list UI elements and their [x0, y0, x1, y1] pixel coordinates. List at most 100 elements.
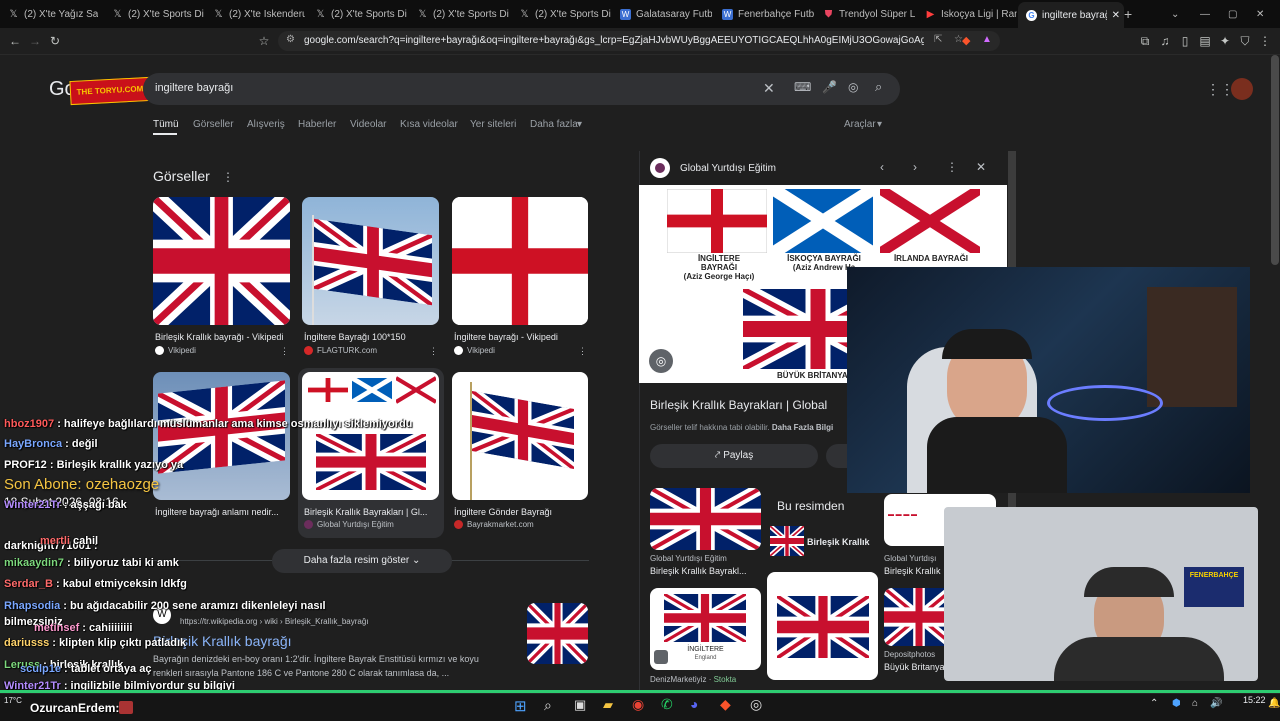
tab-search-icon[interactable]: ⌄: [1171, 4, 1183, 24]
image-result-3[interactable]: [452, 197, 588, 325]
nav-tab-shopping[interactable]: Alışveriş: [247, 119, 285, 130]
tab-11-active[interactable]: Gingiltere bayrağ ✕: [1018, 2, 1124, 28]
image-source[interactable]: Vikipedi: [454, 346, 495, 355]
page-scrollbar[interactable]: [1271, 55, 1279, 265]
in-image-item[interactable]: Birleşik Krallık: [807, 537, 870, 547]
related-image-1[interactable]: [650, 488, 761, 550]
image-result-1[interactable]: [153, 197, 290, 325]
tab-2[interactable]: 𝕏 (2) X'te Sports Digi: [112, 4, 204, 24]
brave-icon[interactable]: ◆: [720, 696, 731, 713]
more-images-button[interactable]: Daha fazla resim göster ⌄: [272, 549, 452, 573]
tray-app-icon[interactable]: ⬢: [1172, 698, 1181, 709]
rewards-icon[interactable]: ▲: [982, 34, 992, 45]
search-input[interactable]: ingiltere bayrağı: [155, 82, 233, 94]
tab-4[interactable]: 𝕏 (2) X'te Sports Digi: [315, 4, 407, 24]
learn-more-link[interactable]: Daha Fazla Bilgi: [772, 423, 833, 432]
prev-arrow-icon[interactable]: ‹: [880, 160, 884, 174]
network-icon[interactable]: ⌂: [1192, 698, 1198, 709]
image-source[interactable]: FLAGTURK.com: [304, 346, 377, 355]
mic-icon[interactable]: 🎤: [822, 80, 837, 94]
clock[interactable]: 15:22: [1243, 695, 1266, 705]
related-caption[interactable]: Büyük Britanya: [884, 662, 945, 672]
wallet-icon[interactable]: ▤: [1197, 33, 1213, 49]
extensions-icon[interactable]: ⧉: [1137, 33, 1153, 49]
image-source[interactable]: Global Yurtdışı Eğitim: [304, 520, 394, 529]
nav-tab-images[interactable]: Görseller: [193, 119, 234, 130]
weather-widget[interactable]: 17°C: [4, 696, 22, 705]
more-options-icon[interactable]: ⋮: [946, 160, 958, 174]
visit-button[interactable]: [826, 444, 848, 468]
image-caption[interactable]: Birleşik Krallık bayrağı - Vikipedi: [155, 332, 290, 342]
maximize-icon[interactable]: ▢: [1228, 4, 1240, 24]
tab-9[interactable]: ⛊ Trendyol Süper Lig: [823, 4, 915, 24]
windows-start-icon[interactable]: ⊞: [514, 697, 527, 715]
avatar[interactable]: [1231, 78, 1253, 100]
more-options-icon[interactable]: ⋮: [280, 346, 289, 357]
search-icon[interactable]: ⌕: [544, 697, 552, 714]
keyboard-icon[interactable]: ⌨: [794, 80, 811, 94]
music-icon[interactable]: ♫: [1157, 33, 1173, 49]
discord-icon[interactable]: ◕: [690, 696, 698, 712]
related-source[interactable]: Global Yurtdışı: [884, 554, 936, 563]
search-box[interactable]: ingiltere bayrağı ✕ ⌨ 🎤 ◎ ⌕: [143, 73, 900, 105]
related-image-4[interactable]: [767, 572, 878, 680]
image-source[interactable]: Bayrakmarket.com: [454, 520, 534, 529]
lens-search-icon[interactable]: ◎: [649, 349, 673, 373]
task-view-icon[interactable]: ▣: [574, 697, 586, 713]
tray-chevron-icon[interactable]: ⌃: [1150, 698, 1158, 709]
close-tab-icon[interactable]: ✕: [1112, 10, 1120, 21]
panel-source-name[interactable]: Global Yurtdışı Eğitim: [680, 163, 776, 174]
ai-icon[interactable]: ✦: [1217, 33, 1233, 49]
address-bar[interactable]: ⚙ google.com/search?q=ingiltere+bayrağı&…: [278, 31, 1000, 51]
image-result-6[interactable]: [452, 372, 588, 500]
window-close-icon[interactable]: ✕: [1256, 4, 1268, 24]
image-result-2[interactable]: [302, 197, 439, 325]
related-caption[interactable]: Birleşik Krallık: [884, 566, 941, 576]
tab-5[interactable]: 𝕏 (2) X'te Sports Digi: [417, 4, 509, 24]
whatsapp-icon[interactable]: ✆: [661, 696, 673, 713]
result-url[interactable]: https://tr.wikipedia.org › wiki › Birleş…: [180, 617, 369, 626]
result-thumbnail[interactable]: [527, 603, 588, 664]
share-button[interactable]: ⤤ Paylaş: [650, 444, 818, 468]
close-panel-icon[interactable]: ✕: [976, 160, 986, 174]
nav-tab-news[interactable]: Haberler: [298, 119, 336, 130]
image-caption[interactable]: Birleşik Krallık Bayrakları | Gl...: [304, 507, 439, 517]
bookmark-icon[interactable]: ☆: [256, 33, 272, 49]
file-explorer-icon[interactable]: ▰: [603, 697, 613, 713]
image-result-4[interactable]: [153, 372, 290, 500]
share-icon[interactable]: ⇱: [934, 34, 942, 45]
tab-1[interactable]: 𝕏(2) X'te Yağız Sabu: [8, 4, 98, 24]
image-caption[interactable]: İngiltere bayrağı anlamı nedir...: [155, 507, 290, 517]
new-tab-icon[interactable]: +: [1124, 4, 1138, 24]
clear-icon[interactable]: ✕: [763, 80, 775, 97]
related-source[interactable]: DenizMarketiyiz · Stokta: [650, 675, 736, 684]
tab-6[interactable]: 𝕏 (2) X'te Sports Digi: [519, 4, 611, 24]
site-info-icon[interactable]: ⚙: [286, 34, 295, 45]
apps-grid-icon[interactable]: ⋮⋮: [1206, 81, 1234, 98]
nav-tab-all[interactable]: Tümü: [153, 119, 179, 130]
sidebar-icon[interactable]: ▯: [1177, 33, 1193, 49]
related-source[interactable]: Depositphotos: [884, 650, 935, 659]
search-icon[interactable]: ⌕: [875, 79, 882, 95]
chrome-icon[interactable]: ◉: [632, 696, 644, 713]
tab-8[interactable]: W Fenerbahçe Futbol: [722, 4, 814, 24]
next-arrow-icon[interactable]: ›: [913, 160, 917, 174]
reload-icon[interactable]: ↻: [47, 33, 63, 49]
tab-7[interactable]: WGalatasaray Futbol: [620, 4, 712, 24]
notification-icon[interactable]: 🔔: [1268, 698, 1280, 709]
back-icon[interactable]: ←: [7, 33, 23, 49]
obs-icon[interactable]: ◎: [750, 696, 762, 713]
image-source[interactable]: Vikipedi: [155, 346, 196, 355]
tab-10[interactable]: ▶İskoçya Ligi | Range: [925, 4, 1017, 24]
image-caption[interactable]: İngiltere Gönder Bayrağı: [454, 507, 588, 517]
more-options-icon[interactable]: ⋮: [429, 346, 438, 357]
related-image-3[interactable]: İNGİLTERE England: [650, 588, 761, 670]
lens-icon[interactable]: ◎: [848, 80, 858, 94]
tab-3[interactable]: 𝕏 (2) X'te İskenderun: [213, 4, 305, 24]
image-caption[interactable]: İngiltere bayrağı - Vikipedi: [454, 332, 588, 342]
brave-icon[interactable]: ◆: [962, 34, 970, 47]
more-options-icon[interactable]: ⋮: [222, 170, 234, 184]
image-result-5[interactable]: [302, 372, 439, 500]
panel-title[interactable]: Birleşik Krallık Bayrakları | Global: [650, 398, 827, 412]
nav-tab-videos[interactable]: Videolar: [350, 119, 387, 130]
